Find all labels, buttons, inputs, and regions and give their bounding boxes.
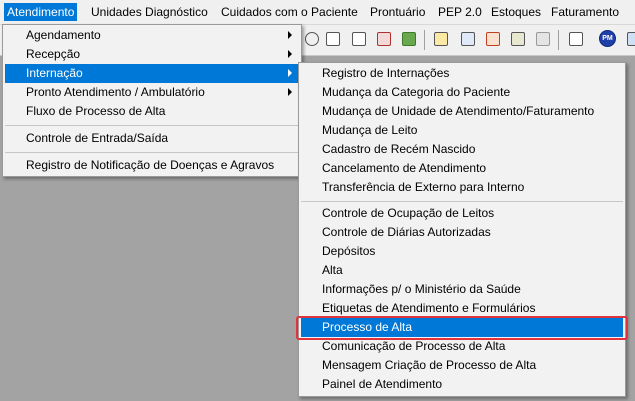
print-report-icon[interactable] (377, 32, 391, 46)
menu-separator (5, 125, 299, 126)
menu-item-label: Internação (26, 66, 83, 80)
submenu-item-mudanca-leito[interactable]: Mudança de Leito (301, 121, 623, 140)
submenu-item-painel-atendimento[interactable]: Painel de Atendimento (301, 375, 623, 394)
menu-item-pronto-atendimento[interactable]: Pronto Atendimento / Ambulatório (5, 83, 299, 102)
submenu-item-transferencia-externo[interactable]: Transferência de Externo para Interno (301, 178, 623, 197)
menu-faturamento[interactable]: Faturamento (548, 3, 622, 21)
menu-bar: Atendimento Unidades Diagnóstico Cuidado… (0, 0, 635, 25)
window-icon[interactable] (627, 32, 635, 46)
submenu-arrow-icon (288, 50, 292, 58)
submenu-arrow-icon (288, 69, 292, 77)
menu-item-internacao[interactable]: Internação (5, 64, 299, 83)
highlight-callout (296, 316, 628, 340)
menu-item-registro-notificacao[interactable]: Registro de Notificação de Doenças e Agr… (5, 156, 299, 175)
monitor-icon[interactable] (569, 32, 583, 46)
menu-item-agendamento[interactable]: Agendamento (5, 26, 299, 45)
submenu-item-depositos[interactable]: Depósitos (301, 242, 623, 261)
menu-item-recepcao[interactable]: Recepção (5, 45, 299, 64)
menu-item-fluxo-processo-alta[interactable]: Fluxo de Processo de Alta (5, 102, 299, 121)
copy-disabled-icon[interactable] (536, 32, 550, 46)
menu-cuidados-com-o-paciente[interactable]: Cuidados com o Paciente (218, 3, 361, 21)
menu-atendimento[interactable]: Atendimento (4, 3, 78, 21)
lock-icon[interactable] (305, 32, 319, 46)
print-icon[interactable] (326, 32, 340, 46)
chart-icon[interactable] (402, 32, 416, 46)
menu-estoques[interactable]: Estoques (488, 3, 544, 21)
menu-unidades-diagnostico[interactable]: Unidades Diagnóstico (88, 3, 211, 21)
menu-pep-2[interactable]: PEP 2.0 (435, 3, 485, 21)
transfer-icon[interactable] (434, 32, 448, 46)
menu-prontuario[interactable]: Prontuário (367, 3, 428, 21)
menu-separator (5, 152, 299, 153)
internacao-submenu: Registro de Internações Mudança da Categ… (298, 62, 626, 397)
menu-item-label: Agendamento (26, 28, 101, 42)
submenu-item-cancelamento-atendimento[interactable]: Cancelamento de Atendimento (301, 159, 623, 178)
submenu-item-mudanca-categoria[interactable]: Mudança da Categoria do Paciente (301, 83, 623, 102)
atendimento-menu: Agendamento Recepção Internação Pronto A… (2, 24, 302, 177)
submenu-item-controle-ocupacao[interactable]: Controle de Ocupação de Leitos (301, 204, 623, 223)
submenu-arrow-icon (288, 31, 292, 39)
submenu-item-cadastro-recem-nascido[interactable]: Cadastro de Recém Nascido (301, 140, 623, 159)
menu-item-label: Pronto Atendimento / Ambulatório (26, 85, 205, 99)
submenu-item-informacoes-ministerio[interactable]: Informações p/ o Ministério da Saúde (301, 280, 623, 299)
submenu-arrow-icon (288, 88, 292, 96)
submenu-item-mensagem-criacao[interactable]: Mensagem Criação de Processo de Alta (301, 356, 623, 375)
list-edit-icon[interactable] (461, 32, 475, 46)
submenu-item-registro-internacoes[interactable]: Registro de Internações (301, 64, 623, 83)
submenu-item-controle-diarias[interactable]: Controle de Diárias Autorizadas (301, 223, 623, 242)
menu-item-controle-entrada-saida[interactable]: Controle de Entrada/Saída (5, 129, 299, 148)
toolbar-separator (424, 30, 425, 50)
submenu-item-alta[interactable]: Alta (301, 261, 623, 280)
print-list-icon[interactable] (352, 32, 366, 46)
toolbar-separator (558, 30, 559, 50)
submenu-item-mudanca-unidade[interactable]: Mudança de Unidade de Atendimento/Fatura… (301, 102, 623, 121)
menu-separator (301, 201, 623, 202)
notes-icon[interactable] (486, 32, 500, 46)
menu-item-label: Recepção (26, 47, 81, 61)
copy-icon[interactable] (511, 32, 525, 46)
pm-icon[interactable]: PM (599, 30, 616, 47)
